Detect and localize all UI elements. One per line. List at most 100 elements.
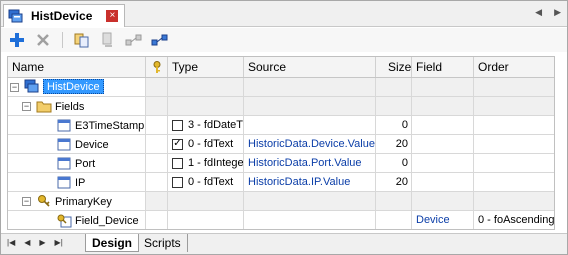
size-cell xyxy=(376,78,412,96)
column-header-order[interactable]: Order xyxy=(474,57,554,77)
tree-row-field-e3timestamp[interactable]: E3TimeStamp 3 - fdDateTime 0 xyxy=(8,116,554,135)
size-cell xyxy=(376,192,412,210)
node-label-primarykey: PrimaryKey xyxy=(55,195,112,208)
prev-tab-icon[interactable]: ◀ xyxy=(24,238,30,247)
collapse-icon[interactable]: − xyxy=(10,83,19,92)
type-cell xyxy=(168,97,244,115)
field-icon xyxy=(57,119,71,132)
next-tab-icon[interactable]: ▶ xyxy=(39,238,45,247)
folder-icon xyxy=(36,101,52,113)
order-cell xyxy=(474,173,554,191)
name-cell: Port xyxy=(8,154,146,172)
tree-row-field-ip[interactable]: IP 0 - fdText HistoricData.IP.Value 20 xyxy=(8,173,554,192)
toolbar-separator xyxy=(62,32,63,48)
tree-row-fields[interactable]: − Fields xyxy=(8,97,554,116)
name-cell: IP xyxy=(8,173,146,191)
order-cell xyxy=(474,97,554,115)
close-icon[interactable]: × xyxy=(106,10,119,22)
node-content: Port xyxy=(56,156,95,171)
tree-row-key-field-device[interactable]: Field_Device Device 0 - foAscending xyxy=(8,211,554,229)
column-header-size[interactable]: Size xyxy=(376,57,412,77)
toolbar xyxy=(1,28,567,52)
source-cell[interactable]: HistoricData.Device.Value xyxy=(244,135,376,153)
tab-nav-buttons: |◀ ◀ ▶ ▶| xyxy=(7,238,63,247)
node-content: Fields xyxy=(36,99,84,114)
key-cell xyxy=(146,116,168,134)
column-header-type[interactable]: Type xyxy=(168,57,244,77)
document-tab-histdevice[interactable]: HistDevice × xyxy=(3,4,126,27)
key-icon xyxy=(38,195,50,207)
tree-row-histdevice[interactable]: − HistDevice xyxy=(8,78,554,97)
delete-button[interactable] xyxy=(33,30,53,50)
size-cell[interactable]: 0 xyxy=(376,116,412,134)
type-cell xyxy=(168,78,244,96)
source-cell[interactable]: HistoricData.Port.Value xyxy=(244,154,376,172)
node-content: IP xyxy=(56,175,85,190)
first-tab-icon[interactable]: |◀ xyxy=(7,238,15,247)
size-cell xyxy=(376,211,412,229)
column-header-field[interactable]: Field xyxy=(412,57,474,77)
collapse-icon[interactable]: − xyxy=(22,197,31,206)
type-cell: 3 - fdDateTime xyxy=(168,116,244,134)
tree-row-field-device[interactable]: Device ✓ 0 - fdText HistoricData.Device.… xyxy=(8,135,554,154)
column-header-name[interactable]: Name xyxy=(8,57,146,77)
record-checkbox[interactable] xyxy=(172,157,183,169)
name-cell: Device xyxy=(8,135,146,153)
copy-button[interactable] xyxy=(72,30,92,50)
paste-link-button[interactable] xyxy=(98,30,118,50)
column-header-key[interactable] xyxy=(146,57,168,77)
source-cell xyxy=(244,78,376,96)
collapse-icon[interactable]: − xyxy=(22,102,31,111)
record-checkbox[interactable] xyxy=(172,176,183,188)
field-cell[interactable]: Device xyxy=(412,211,474,229)
last-tab-icon[interactable]: ▶| xyxy=(55,238,63,247)
copy-icon xyxy=(74,33,89,48)
size-cell[interactable]: 20 xyxy=(376,173,412,191)
name-cell: E3TimeStamp xyxy=(8,116,146,134)
tree-row-primarykey[interactable]: − PrimaryKey xyxy=(8,192,554,211)
node-label-field: E3TimeStamp xyxy=(75,119,145,132)
name-cell: Field_Device xyxy=(8,211,146,229)
order-cell xyxy=(474,154,554,172)
source-cell[interactable]: HistoricData.IP.Value xyxy=(244,173,376,191)
order-cell[interactable]: 0 - foAscending xyxy=(474,211,554,229)
order-cell xyxy=(474,135,554,153)
add-button[interactable] xyxy=(7,30,27,50)
key-cell xyxy=(146,173,168,191)
node-label-field: Port xyxy=(75,157,96,170)
link-in-button[interactable] xyxy=(150,30,170,50)
key-cell xyxy=(146,97,168,115)
record-checkbox[interactable] xyxy=(172,119,183,131)
hist-device-window: HistDevice × ◀ ▶ Name Type Source Size F… xyxy=(0,0,568,255)
size-cell[interactable]: 0 xyxy=(376,154,412,172)
name-cell: − PrimaryKey xyxy=(8,192,146,210)
hist-device-icon xyxy=(24,79,39,93)
order-cell xyxy=(474,116,554,134)
field-cell xyxy=(412,154,474,172)
tab-scroll-arrows: ◀ ▶ xyxy=(535,7,561,18)
link-out-button[interactable] xyxy=(124,30,144,50)
tab-design[interactable]: Design xyxy=(85,234,140,252)
scroll-right-icon[interactable]: ▶ xyxy=(554,7,561,18)
type-value: 0 - fdText xyxy=(188,176,234,188)
name-cell: − HistDevice xyxy=(8,78,146,96)
tree-row-field-port[interactable]: Port 1 - fdInteger HistoricData.Port.Val… xyxy=(8,154,554,173)
field-cell xyxy=(412,173,474,191)
record-checkbox[interactable]: ✓ xyxy=(172,138,183,150)
key-field-icon xyxy=(57,214,72,228)
column-header-source[interactable]: Source xyxy=(244,57,376,77)
source-cell xyxy=(244,97,376,115)
scroll-left-icon[interactable]: ◀ xyxy=(535,7,542,18)
link-in-icon xyxy=(151,34,168,46)
key-cell xyxy=(146,154,168,172)
grid-header: Name Type Source Size Field Order xyxy=(8,57,554,78)
document-tab-strip: HistDevice × ◀ ▶ xyxy=(1,1,567,27)
size-cell[interactable]: 20 xyxy=(376,135,412,153)
type-value: 1 - fdInteger xyxy=(188,157,244,169)
document-tab-title: HistDevice xyxy=(31,9,93,23)
tab-scripts[interactable]: Scripts xyxy=(138,234,188,252)
type-cell xyxy=(168,192,244,210)
node-content: Device xyxy=(56,137,109,152)
field-cell xyxy=(412,135,474,153)
source-cell[interactable] xyxy=(244,116,376,134)
